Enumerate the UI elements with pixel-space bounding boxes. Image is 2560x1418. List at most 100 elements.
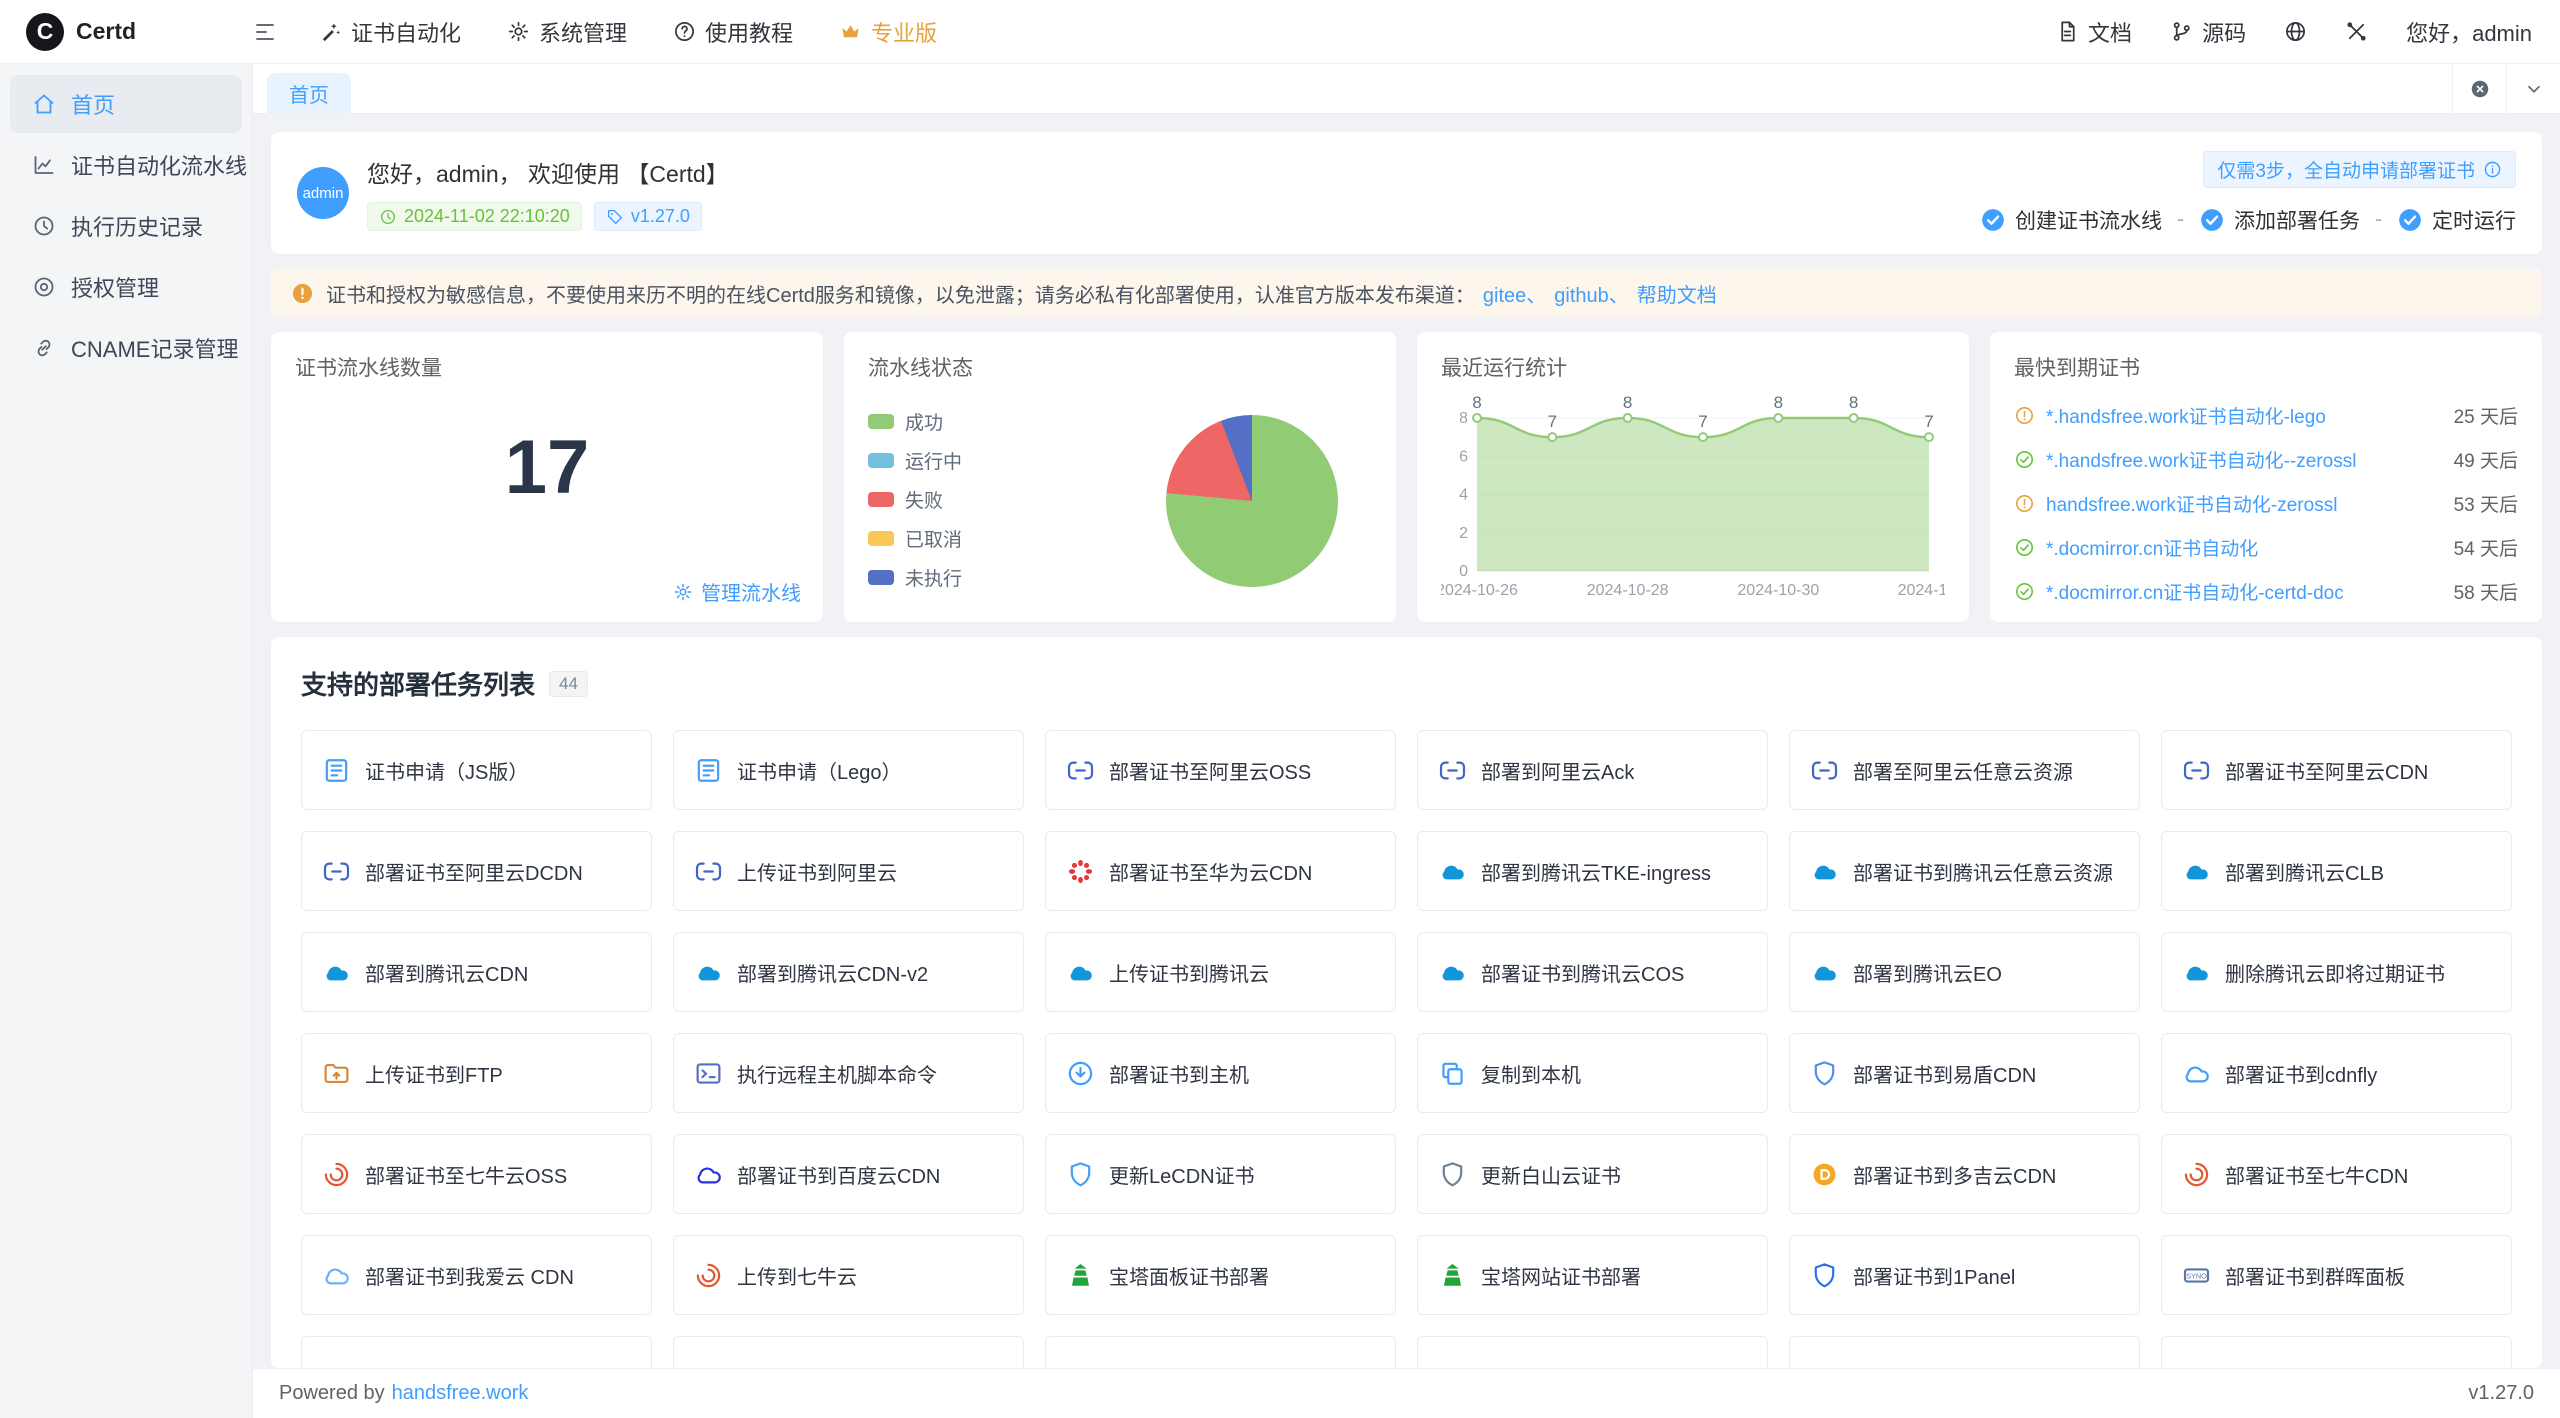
task-card[interactable]: 上传证书到腾讯云 xyxy=(1045,932,1396,1012)
task-card[interactable]: 部署到腾讯云TKE-ingress xyxy=(1417,831,1768,911)
task-card[interactable]: 部署到阿里云Ack xyxy=(1417,730,1768,810)
tencent-cloud-icon xyxy=(1438,857,1467,886)
topnav-action[interactable]: 文档 xyxy=(2056,16,2132,48)
legend-item[interactable]: 失败 xyxy=(868,486,962,513)
status-body: 成功运行中失败已取消未执行 xyxy=(868,408,1372,591)
chevron-down-button[interactable] xyxy=(2506,64,2560,113)
legend-item[interactable]: 成功 xyxy=(868,408,962,435)
task-card[interactable]: 部署证书至阿里云OSS xyxy=(1045,730,1396,810)
notice-link[interactable]: 帮助文档 xyxy=(1637,285,1717,307)
sidebar-item[interactable]: 首页 xyxy=(10,75,242,133)
task-card[interactable]: 部署证书到主机 xyxy=(1045,1033,1396,1113)
task-card[interactable]: 部署证书到易盾CDN xyxy=(1789,1033,2140,1113)
task-card[interactable]: 部署到腾讯云CLB xyxy=(2161,831,2512,911)
cert-days-left: 49 天后 xyxy=(2454,446,2518,473)
legend-swatch xyxy=(868,453,894,468)
svg-text:2024-10-26: 2024-10-26 xyxy=(1441,582,1518,599)
status-pie-chart xyxy=(1166,415,1338,587)
task-card[interactable]: 部署证书到1Panel xyxy=(1789,1235,2140,1315)
brand[interactable]: C Certd xyxy=(0,13,253,51)
user-greeting[interactable]: 您好，admin xyxy=(2406,16,2532,48)
tab[interactable]: 首页 xyxy=(267,73,351,113)
cert-name-link[interactable]: *.handsfree.work证书自动化-lego xyxy=(2046,402,2431,429)
topnav-item[interactable]: 系统管理 xyxy=(507,16,627,48)
task-card[interactable]: 证书申请（JS版） xyxy=(301,730,652,810)
promo-badge[interactable]: 仅需3步，全自动申请部署证书 xyxy=(2203,151,2516,188)
task-card[interactable]: 上传到七牛云 xyxy=(673,1235,1024,1315)
task-card[interactable]: 部署到腾讯云EO xyxy=(1789,932,2140,1012)
task-card[interactable]: 复制到本机 xyxy=(1417,1033,1768,1113)
task-card[interactable]: 部署证书到多吉云CDN xyxy=(1789,1134,2140,1214)
tag-icon xyxy=(606,208,624,226)
aliyun-brackets-icon xyxy=(1438,756,1467,785)
topnav-action[interactable]: 源码 xyxy=(2170,16,2246,48)
task-card[interactable]: 部署证书至阿里云CDN xyxy=(2161,730,2512,810)
task-card[interactable]: SYNO部署证书到群晖面板 xyxy=(2161,1235,2512,1315)
task-card[interactable]: 上传证书到阿里云 xyxy=(673,831,1024,911)
task-card[interactable]: 宝塔网站证书部署 xyxy=(1417,1235,1768,1315)
task-card[interactable]: 部署证书至阿里云DCDN xyxy=(301,831,652,911)
task-card[interactable]: 更新LeCDN证书 xyxy=(1045,1134,1396,1214)
task-label: 部署到阿里云Ack xyxy=(1481,756,1634,785)
task-card-partial[interactable] xyxy=(2161,1336,2512,1368)
handsfree-link[interactable]: handsfree.work xyxy=(392,1382,529,1404)
topnav-action-icon[interactable] xyxy=(2345,20,2368,43)
task-card[interactable]: 证书申请（Lego） xyxy=(673,730,1024,810)
manage-pipelines-link[interactable]: 管理流水线 xyxy=(673,577,801,606)
close-circle-button[interactable] xyxy=(2452,64,2506,113)
task-card-partial[interactable] xyxy=(673,1336,1024,1368)
home-icon xyxy=(32,92,56,116)
task-card[interactable]: 执行远程主机脚本命令 xyxy=(673,1033,1024,1113)
menu-fold-icon[interactable] xyxy=(253,20,277,44)
cert-name-link[interactable]: *.docmirror.cn证书自动化-certd-doc xyxy=(2046,578,2431,605)
legend-item[interactable]: 已取消 xyxy=(868,525,962,552)
svg-text:2024-10-28: 2024-10-28 xyxy=(1587,582,1669,599)
task-label: 部署证书到易盾CDN xyxy=(1853,1059,2036,1088)
legend-swatch xyxy=(868,414,894,429)
task-card[interactable]: 删除腾讯云即将过期证书 xyxy=(2161,932,2512,1012)
topnav-item[interactable]: 使用教程 xyxy=(673,16,793,48)
task-card-partial[interactable] xyxy=(1417,1336,1768,1368)
topnav-item[interactable]: 证书自动化 xyxy=(319,16,461,48)
sidebar-item[interactable]: 证书自动化流水线 xyxy=(10,136,242,194)
task-card[interactable]: 宝塔面板证书部署 xyxy=(1045,1235,1396,1315)
warning-circle-icon xyxy=(2014,405,2035,426)
task-card[interactable]: 部署证书到百度云CDN xyxy=(673,1134,1024,1214)
task-card[interactable]: 部署到腾讯云CDN xyxy=(301,932,652,1012)
task-card[interactable]: 部署至阿里云任意云资源 xyxy=(1789,730,2140,810)
tencent-cloud-icon xyxy=(1810,958,1839,987)
task-card-partial[interactable] xyxy=(301,1336,652,1368)
legend-item[interactable]: 未执行 xyxy=(868,564,962,591)
qiniu-swirl-icon xyxy=(2182,1160,2211,1189)
cert-name-link[interactable]: *.docmirror.cn证书自动化 xyxy=(2046,534,2431,561)
task-card-partial[interactable] xyxy=(1045,1336,1396,1368)
task-card[interactable]: 部署到腾讯云CDN-v2 xyxy=(673,932,1024,1012)
sidebar-item[interactable]: 执行历史记录 xyxy=(10,197,242,255)
topnav-item[interactable]: 专业版 xyxy=(839,16,937,48)
task-label: 部署证书至阿里云DCDN xyxy=(365,857,583,886)
task-card[interactable]: 部署证书到我爱云 CDN xyxy=(301,1235,652,1315)
expiring-list: *.handsfree.work证书自动化-lego25 天后*.handsfr… xyxy=(2014,397,2518,610)
task-card-partial[interactable] xyxy=(1789,1336,2140,1368)
warning-icon xyxy=(291,282,314,305)
notice-link[interactable]: gitee、 xyxy=(1483,285,1546,307)
onboarding-steps: 创建证书流水线-添加部署任务-定时运行 xyxy=(1980,205,2516,235)
notice-link[interactable]: github、 xyxy=(1554,285,1629,307)
task-card[interactable]: 部署证书至七牛CDN xyxy=(2161,1134,2512,1214)
task-card[interactable]: 部署证书到腾讯云COS xyxy=(1417,932,1768,1012)
tencent-cloud-icon xyxy=(2182,958,2211,987)
legend-item[interactable]: 运行中 xyxy=(868,447,962,474)
cert-name-link[interactable]: handsfree.work证书自动化-zerossl xyxy=(2046,490,2431,517)
sidebar-item[interactable]: 授权管理 xyxy=(10,258,242,316)
task-card[interactable]: 部署证书到腾讯云任意云资源 xyxy=(1789,831,2140,911)
globe-icon xyxy=(2284,20,2307,43)
task-card[interactable]: 部署证书到cdnfly xyxy=(2161,1033,2512,1113)
cert-name-link[interactable]: *.handsfree.work证书自动化--zerossl xyxy=(2046,446,2431,473)
task-card[interactable]: 更新白山云证书 xyxy=(1417,1134,1768,1214)
topnav-action-icon[interactable] xyxy=(2284,20,2307,43)
task-card[interactable]: 上传证书到FTP xyxy=(301,1033,652,1113)
task-card[interactable]: 部署证书至华为云CDN xyxy=(1045,831,1396,911)
sidebar-item[interactable]: CNAME记录管理 xyxy=(10,319,242,377)
task-card[interactable]: 部署证书至七牛云OSS xyxy=(301,1134,652,1214)
certificate-icon xyxy=(322,756,351,785)
